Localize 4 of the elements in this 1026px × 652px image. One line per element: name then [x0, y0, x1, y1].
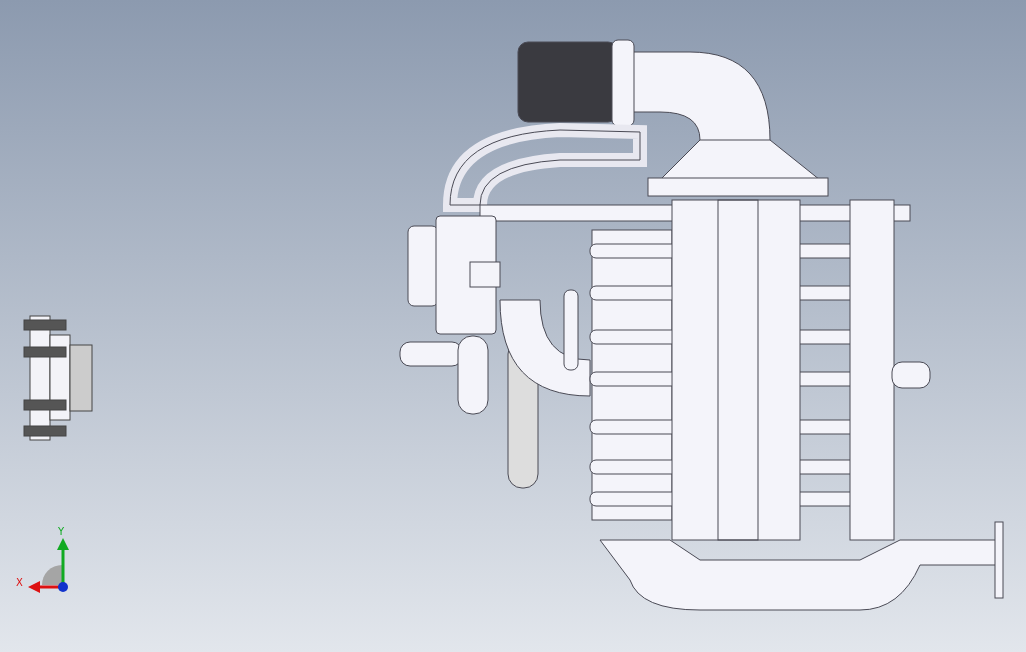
x-axis-label: X — [16, 577, 23, 588]
y-axis-label: Y — [58, 526, 65, 537]
axis-triad-drawing — [28, 538, 69, 593]
model-viewport[interactable]: Y X — [0, 0, 1026, 652]
